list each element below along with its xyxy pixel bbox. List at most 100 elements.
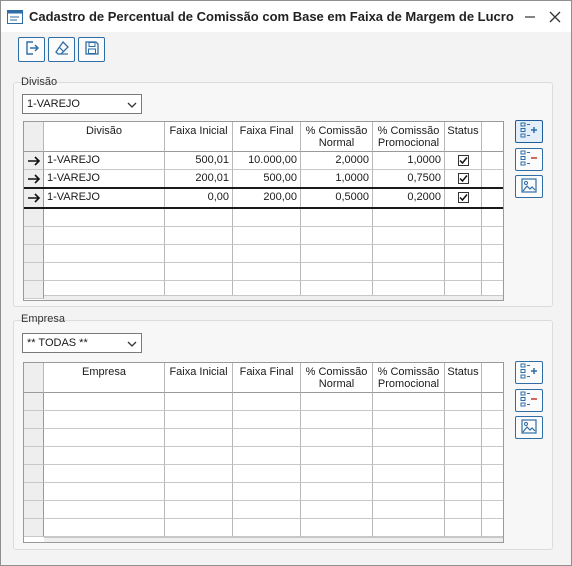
grid-corner: [24, 122, 44, 152]
remove-row-button[interactable]: [515, 389, 543, 412]
save-button[interactable]: [78, 37, 105, 62]
window-form-icon: [7, 10, 23, 24]
cell-faixa-inicial[interactable]: 500,01: [165, 152, 233, 170]
table-row[interactable]: 1-VAREJO 500,01 10.000,00 2,0000 1,0000: [24, 152, 503, 170]
status-checkbox[interactable]: [458, 173, 469, 184]
status-checkbox[interactable]: [458, 192, 469, 203]
row-indicator[interactable]: [24, 263, 44, 281]
cell-comissao-promocional[interactable]: 0,7500: [373, 170, 445, 188]
image-button[interactable]: [515, 175, 543, 198]
divisao-select[interactable]: 1-VAREJO: [22, 94, 142, 114]
row-indicator[interactable]: [24, 227, 44, 245]
minimize-button[interactable]: [517, 5, 543, 29]
cell-comissao-normal[interactable]: 2,0000: [301, 152, 373, 170]
empty-row[interactable]: [24, 209, 503, 227]
column-header-comissao-normal[interactable]: % Comissão Normal: [301, 363, 373, 393]
empty-row[interactable]: [24, 393, 503, 411]
row-indicator[interactable]: [24, 152, 44, 170]
cell-faixa-final[interactable]: 10.000,00: [233, 152, 301, 170]
cell-divisao[interactable]: 1-VAREJO: [44, 170, 165, 188]
row-indicator[interactable]: [24, 209, 44, 227]
row-indicator[interactable]: [24, 245, 44, 263]
horizontal-scrollbar[interactable]: [44, 537, 503, 542]
exit-button[interactable]: [18, 37, 45, 62]
row-indicator[interactable]: [24, 393, 44, 411]
column-header-status[interactable]: Status: [445, 363, 482, 393]
column-header-divisao[interactable]: Divisão: [44, 122, 165, 152]
image-button[interactable]: [515, 416, 543, 439]
image-icon: [521, 177, 537, 196]
row-indicator[interactable]: [24, 189, 44, 207]
empty-row[interactable]: [24, 483, 503, 501]
cell-filler: [482, 170, 503, 188]
empty-row[interactable]: [24, 519, 503, 537]
row-indicator[interactable]: [24, 501, 44, 519]
add-row-button[interactable]: [515, 361, 543, 384]
chevron-down-icon: [127, 100, 137, 108]
empresa-select-value: ** TODAS **: [27, 337, 88, 349]
empresa-grid[interactable]: Empresa Faixa Inicial Faixa Final % Comi…: [23, 362, 504, 543]
cell-divisao[interactable]: 1-VAREJO: [44, 152, 165, 170]
row-indicator[interactable]: [24, 429, 44, 447]
cell-status[interactable]: [445, 170, 482, 188]
empty-row[interactable]: [24, 411, 503, 429]
cell-comissao-normal[interactable]: 1,0000: [301, 170, 373, 188]
empresa-select[interactable]: ** TODAS **: [22, 333, 142, 353]
row-indicator[interactable]: [24, 465, 44, 483]
column-header-status[interactable]: Status: [445, 122, 482, 152]
empty-row[interactable]: [24, 465, 503, 483]
column-header-comissao-promocional[interactable]: % Comissão Promocional: [373, 363, 445, 393]
remove-row-button[interactable]: [515, 148, 543, 171]
remove-row-icon: [520, 391, 538, 410]
divisao-group-label: Divisão: [21, 76, 58, 88]
column-header-faixa-inicial[interactable]: Faixa Inicial: [165, 122, 233, 152]
row-indicator[interactable]: [24, 411, 44, 429]
column-header-empresa[interactable]: Empresa: [44, 363, 165, 393]
cell-comissao-promocional[interactable]: 1,0000: [373, 152, 445, 170]
cell-faixa-final[interactable]: 200,00: [233, 189, 301, 207]
table-row-selected[interactable]: 1-VAREJO 0,00 200,00 0,5000 0,2000: [24, 187, 503, 209]
column-header-filler: [482, 363, 503, 393]
horizontal-scrollbar[interactable]: [44, 295, 503, 300]
column-header-filler: [482, 122, 503, 152]
table-row[interactable]: 1-VAREJO 200,01 500,00 1,0000 0,7500: [24, 170, 503, 188]
cell-status[interactable]: [445, 152, 482, 170]
add-row-icon: [520, 363, 538, 382]
empresa-group-label: Empresa: [21, 313, 66, 325]
empty-row[interactable]: [24, 447, 503, 465]
row-indicator[interactable]: [24, 170, 44, 188]
clear-button[interactable]: [48, 37, 75, 62]
cell-faixa-inicial[interactable]: 0,00: [165, 189, 233, 207]
cell-comissao-normal[interactable]: 0,5000: [301, 189, 373, 207]
status-checkbox[interactable]: [458, 155, 469, 166]
empty-row[interactable]: [24, 501, 503, 519]
empty-row[interactable]: [24, 263, 503, 281]
column-header-comissao-promocional[interactable]: % Comissão Promocional: [373, 122, 445, 152]
divisao-select-value: 1-VAREJO: [27, 98, 80, 110]
row-indicator[interactable]: [24, 519, 44, 537]
column-header-faixa-inicial[interactable]: Faixa Inicial: [165, 363, 233, 393]
row-indicator[interactable]: [24, 483, 44, 501]
row-indicator[interactable]: [24, 447, 44, 465]
eraser-icon: [54, 40, 70, 59]
exit-icon: [24, 40, 40, 59]
cell-divisao[interactable]: 1-VAREJO: [44, 189, 165, 207]
empty-row[interactable]: [24, 429, 503, 447]
column-header-faixa-final[interactable]: Faixa Final: [233, 122, 301, 152]
column-header-comissao-normal[interactable]: % Comissão Normal: [301, 122, 373, 152]
cell-faixa-inicial[interactable]: 200,01: [165, 170, 233, 188]
cell-status[interactable]: [445, 189, 482, 207]
remove-row-icon: [520, 150, 538, 169]
main-window: Cadastro de Percentual de Comissão com B…: [0, 0, 572, 566]
row-indicator[interactable]: [24, 281, 44, 299]
divisao-grid[interactable]: Divisão Faixa Inicial Faixa Final % Comi…: [23, 121, 504, 301]
column-header-faixa-final[interactable]: Faixa Final: [233, 363, 301, 393]
image-icon: [521, 418, 537, 437]
cell-faixa-final[interactable]: 500,00: [233, 170, 301, 188]
empty-row[interactable]: [24, 227, 503, 245]
add-row-button[interactable]: [515, 120, 543, 143]
close-button[interactable]: [542, 5, 568, 29]
cell-comissao-promocional[interactable]: 0,2000: [373, 189, 445, 207]
cell-filler: [482, 189, 503, 207]
empty-row[interactable]: [24, 245, 503, 263]
